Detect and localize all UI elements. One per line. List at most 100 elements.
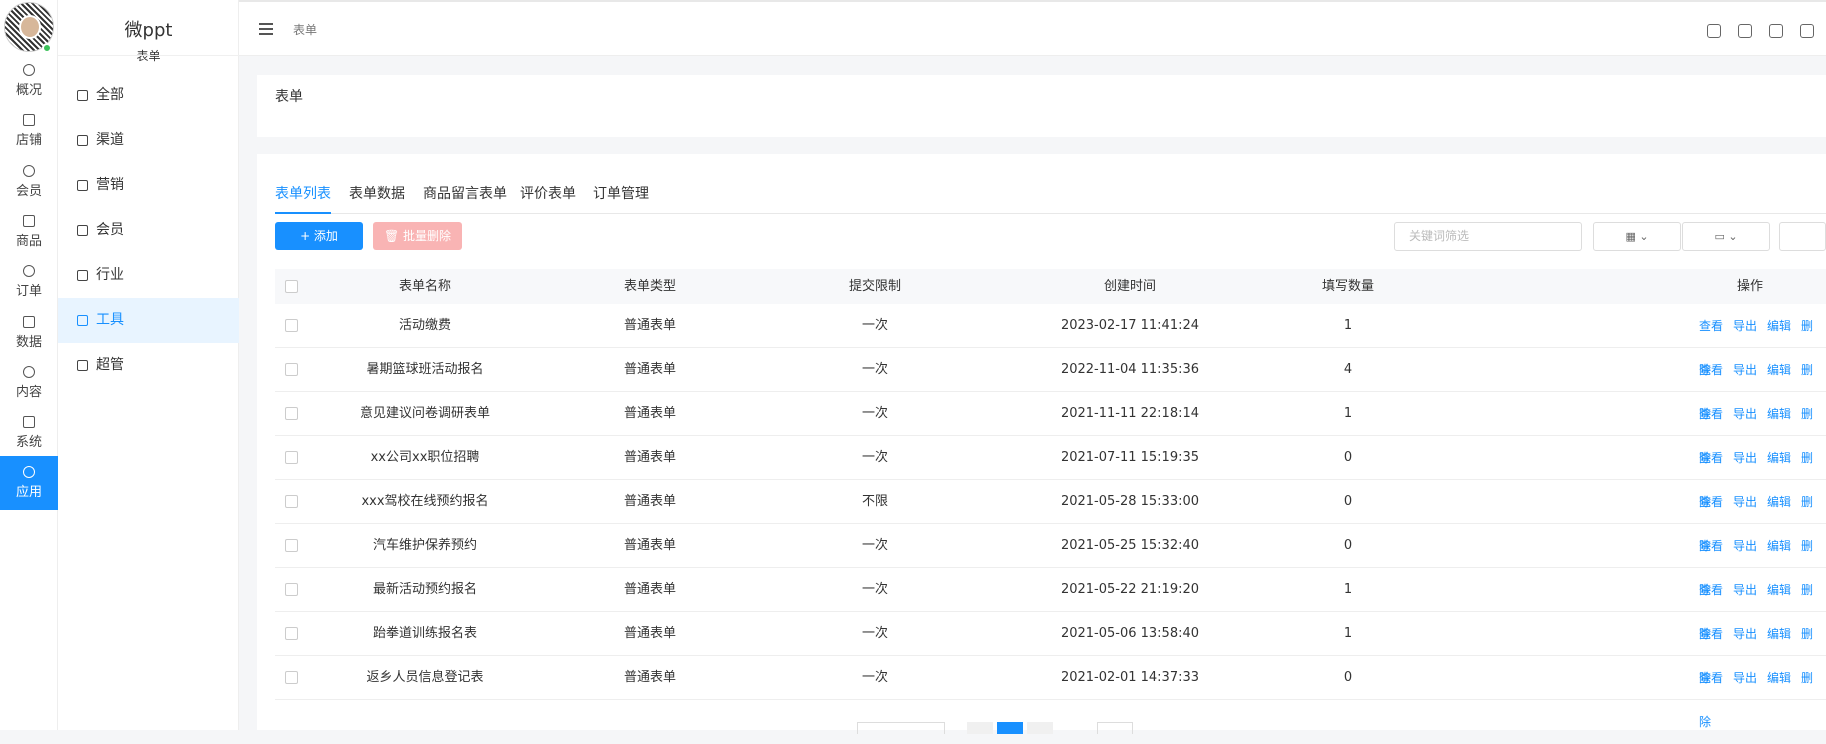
theme-shirt-icon[interactable]: [1737, 23, 1752, 38]
row-checkbox[interactable]: [285, 451, 298, 464]
tab-order-management[interactable]: 订单管理: [593, 180, 649, 214]
rail-item-2[interactable]: 会员: [0, 155, 58, 209]
folder-dropdown[interactable]: ▭ ⌄: [1682, 222, 1770, 251]
store-icon: [23, 114, 35, 127]
row-checkbox[interactable]: [285, 583, 298, 596]
refresh-icon[interactable]: [1800, 23, 1814, 38]
tab-review-form[interactable]: 评价表单: [520, 180, 576, 214]
sidebar-item-2[interactable]: 营销: [58, 163, 239, 208]
export-link[interactable]: 导出: [1733, 451, 1757, 465]
edit-link[interactable]: 编辑: [1767, 319, 1791, 333]
current-page-button[interactable]: [997, 722, 1023, 734]
export-link[interactable]: 导出: [1733, 539, 1757, 553]
row-checkbox[interactable]: [285, 671, 298, 684]
export-link[interactable]: 导出: [1733, 407, 1757, 421]
export-link[interactable]: 导出: [1733, 319, 1757, 333]
clear-icon[interactable]: [1706, 23, 1721, 38]
row-checkbox[interactable]: [285, 495, 298, 508]
cell-created: 2022-11-04 11:35:36: [1060, 362, 1200, 377]
tab-form-data[interactable]: 表单数据: [349, 180, 405, 214]
rail-item-label: 会员: [15, 183, 42, 199]
cell-created: 2021-05-28 15:33:00: [1060, 494, 1200, 509]
view-link[interactable]: 查看: [1699, 451, 1723, 465]
export-link[interactable]: 导出: [1733, 627, 1757, 641]
briefcase-icon: [77, 270, 88, 281]
row-checkbox[interactable]: [285, 539, 298, 552]
app-title: 微ppt: [124, 20, 173, 41]
sidebar-item-6[interactable]: 超管: [58, 343, 239, 388]
dashboard-icon: [23, 64, 35, 76]
view-link[interactable]: 查看: [1699, 495, 1723, 509]
batch-delete-button[interactable]: 🗑 批量删除: [373, 222, 462, 250]
goto-page-input[interactable]: [1097, 722, 1133, 734]
keyword-search-input[interactable]: 关键词筛选: [1394, 222, 1582, 251]
fullscreen-icon[interactable]: [1768, 23, 1783, 38]
rail-item-label: 内容: [15, 384, 42, 400]
sidebar-item-label: 全部: [96, 87, 124, 103]
breadcrumb[interactable]: 表单: [293, 21, 317, 38]
rail-item-4[interactable]: 订单: [0, 255, 58, 309]
edit-link[interactable]: 编辑: [1767, 627, 1791, 641]
table-row: 意见建议问卷调研表单 普通表单 一次 2021-11-11 22:18:14 1 查看 导出…: [275, 392, 1826, 465]
table-row: 暑期篮球班活动报名 普通表单 一次 2022-11-04 11:35:36 4 查看 导出编…: [275, 348, 1826, 421]
rail-item-7[interactable]: 系统: [0, 406, 58, 460]
view-link[interactable]: 查看: [1699, 319, 1723, 333]
cell-created: 2023-02-17 11:41:24: [1060, 318, 1200, 333]
add-button[interactable]: + 添加: [275, 222, 363, 250]
cell-type: 普通表单: [623, 582, 676, 597]
secondary-sidebar: 微ppt 表单 全部 渠道 营销 会员 行业 工具 超管: [58, 0, 239, 730]
page-size-select[interactable]: [857, 722, 945, 734]
edit-link[interactable]: 编辑: [1767, 407, 1791, 421]
row-checkbox[interactable]: [285, 407, 298, 420]
edit-link[interactable]: 编辑: [1767, 363, 1791, 377]
tab-product-message-form[interactable]: 商品留言表单: [423, 180, 507, 214]
export-link[interactable]: 导出: [1733, 363, 1757, 377]
view-link[interactable]: 查看: [1699, 363, 1723, 377]
cell-created: 2021-07-11 15:19:35: [1060, 450, 1200, 465]
tab-form-list[interactable]: 表单列表: [275, 180, 331, 214]
select-all-checkbox[interactable]: [285, 280, 298, 293]
table-row: 汽车维护保养预约 普通表单 一次 2021-05-25 15:32:40 0 查看 导出 编辑…: [275, 524, 1826, 597]
view-link[interactable]: 查看: [1699, 407, 1723, 421]
batch-delete-label: 批量删除: [403, 229, 452, 243]
export-link[interactable]: 导出: [1733, 671, 1757, 685]
table-row: 返乡人员信息登记表 普通表单 一次 2021-02-01 14:37:33 0 查看 导出编…: [275, 656, 1826, 729]
sidebar-item-1[interactable]: 渠道: [58, 118, 239, 163]
rail-item-6[interactable]: 内容: [0, 356, 58, 410]
edit-link[interactable]: 编辑: [1767, 451, 1791, 465]
rail-item-8[interactable]: 应用: [0, 456, 58, 511]
sidebar-item-0[interactable]: 全部: [58, 73, 239, 118]
edit-link[interactable]: 编辑: [1767, 583, 1791, 597]
search-button[interactable]: [1779, 222, 1826, 251]
row-checkbox[interactable]: [285, 319, 298, 332]
row-checkbox[interactable]: [285, 627, 298, 640]
view-link[interactable]: 查看: [1699, 671, 1723, 685]
menu-toggle-icon[interactable]: [259, 23, 273, 35]
sidebar-item-3[interactable]: 会员: [58, 208, 239, 253]
prev-page-button[interactable]: [967, 722, 993, 734]
next-page-button[interactable]: [1027, 722, 1053, 734]
view-link[interactable]: 查看: [1699, 627, 1723, 641]
edit-link[interactable]: 编辑: [1767, 671, 1791, 685]
icon-rail: 概况 店铺会员商品 订单 数据内容系统 应用: [0, 0, 58, 730]
table-row: 最新活动预约报名 普通表单 一次 2021-05-22 21:19:20 1 查看 导出 编辑…: [275, 568, 1826, 641]
sidebar-item-5[interactable]: 工具: [58, 298, 239, 343]
rail-item-1[interactable]: 店铺: [0, 104, 58, 158]
grid-view-dropdown[interactable]: ▦ ⌄: [1593, 222, 1681, 251]
tab-bar: 表单列表 表单数据 商品留言表单 评价表单 订单管理: [275, 180, 1826, 214]
export-link[interactable]: 导出: [1733, 583, 1757, 597]
rail-item-0[interactable]: 概况: [0, 54, 58, 108]
edit-link[interactable]: 编辑: [1767, 539, 1791, 553]
sidebar-item-4[interactable]: 行业: [58, 253, 239, 298]
export-link[interactable]: 导出: [1733, 495, 1757, 509]
row-checkbox[interactable]: [285, 363, 298, 376]
cell-count: 0: [1343, 538, 1353, 553]
cell-type: 普通表单: [623, 626, 676, 641]
cell-count: 1: [1343, 406, 1353, 421]
view-link[interactable]: 查看: [1699, 583, 1723, 597]
rail-item-5[interactable]: 数据: [0, 306, 58, 360]
rail-item-3[interactable]: 商品: [0, 205, 58, 259]
channel-icon: [77, 135, 88, 146]
edit-link[interactable]: 编辑: [1767, 495, 1791, 509]
view-link[interactable]: 查看: [1699, 539, 1723, 553]
